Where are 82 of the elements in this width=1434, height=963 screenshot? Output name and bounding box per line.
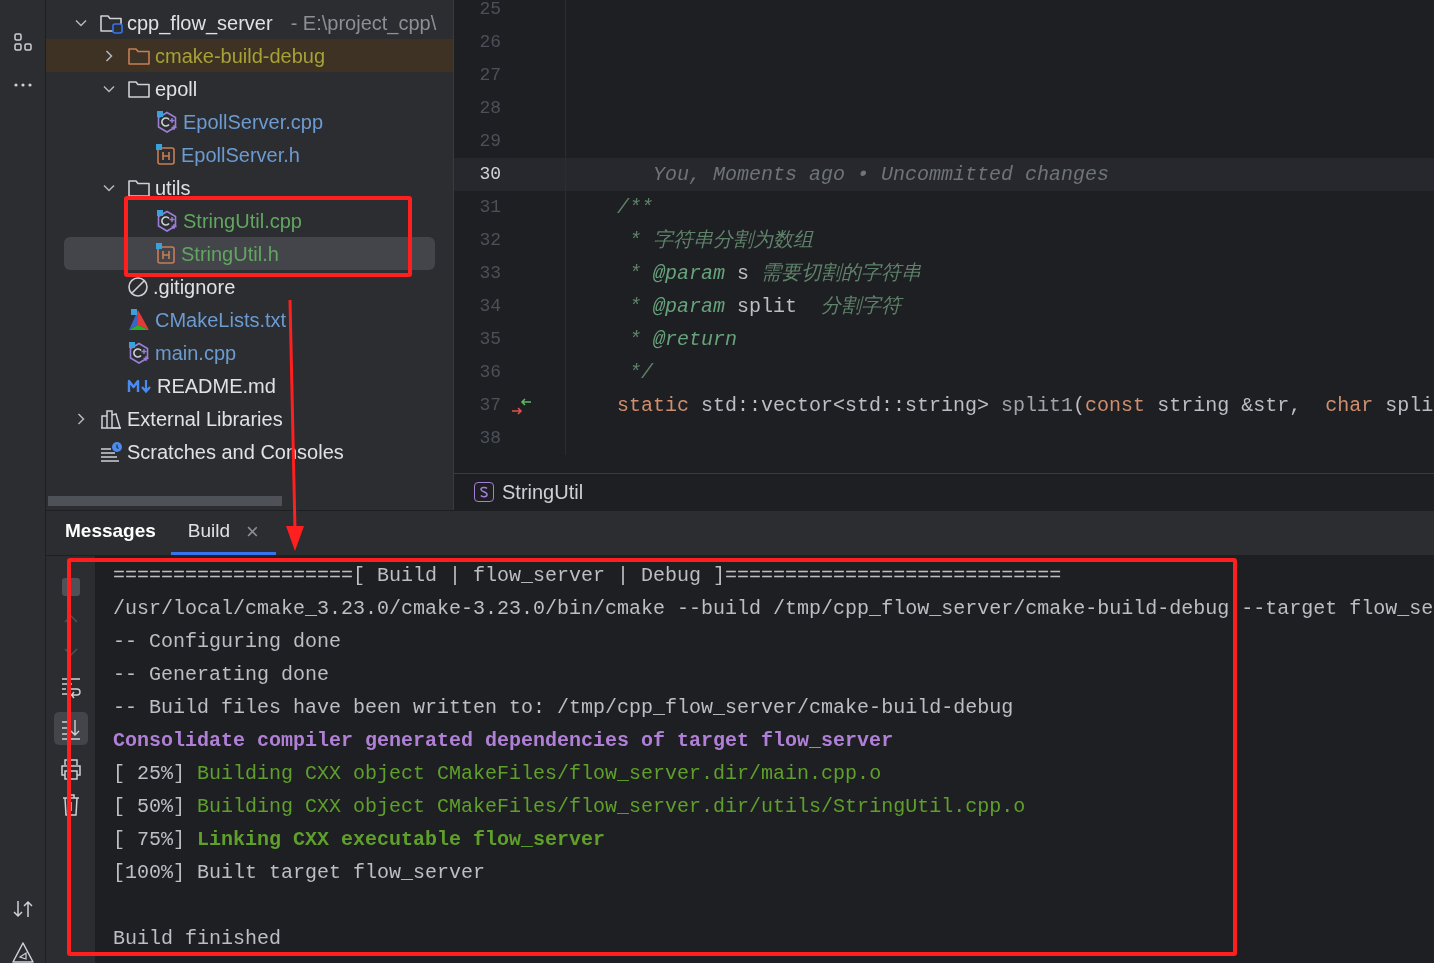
code-token: * bbox=[628, 260, 642, 287]
code-token: @param bbox=[653, 260, 726, 287]
code-token: /** bbox=[617, 194, 653, 221]
code-token: * bbox=[628, 326, 642, 353]
tree-row[interactable]: epoll bbox=[46, 72, 453, 105]
code-token: spli bbox=[1384, 392, 1434, 419]
output-text: Building CXX object CMakeFiles/flow_server.dir/main.cpp.o bbox=[197, 760, 882, 787]
file-name: External Libraries bbox=[127, 408, 283, 429]
tree-row[interactable]: utils bbox=[46, 171, 453, 204]
code-token: * 字符串分割为数组 bbox=[628, 227, 813, 254]
file-name: cpp_flow_server bbox=[127, 12, 273, 33]
output-text: Build finished bbox=[113, 925, 282, 952]
code-token: std::vector<std::string> bbox=[700, 392, 991, 419]
code-token: 分割字符 bbox=[821, 293, 902, 320]
file-name: .gitignore bbox=[153, 276, 236, 297]
code-token: ( bbox=[1073, 392, 1086, 419]
warning-icon[interactable] bbox=[10, 941, 35, 963]
panel-tab[interactable]: Messages bbox=[56, 511, 165, 555]
output-text: [ 50%] bbox=[113, 793, 186, 820]
project-path: - E:\project_cpp\ bbox=[290, 12, 437, 33]
code-token: You, Moments ago • Uncommitted changes bbox=[652, 161, 1110, 188]
tree-row[interactable]: CMakeLists.txt bbox=[46, 303, 453, 336]
output-text: -- Configuring done bbox=[113, 628, 342, 655]
output-text: -- Generating done bbox=[113, 661, 330, 688]
tree-row[interactable]: cpp_flow_server - E:\project_cpp\ bbox=[46, 6, 453, 39]
file-name: utils bbox=[155, 177, 191, 198]
ignore-file-icon bbox=[127, 275, 149, 298]
more-icon[interactable] bbox=[12, 82, 33, 88]
code-token: string &str, bbox=[1156, 392, 1303, 419]
file-name: StringUtil.cpp bbox=[183, 210, 302, 231]
sort-arrows-icon[interactable] bbox=[11, 899, 34, 919]
output-text: [100%] Built target flow_server bbox=[113, 859, 486, 886]
output-text: /usr/local/cmake_3.23.0/cmake-3.23.0/bin/cmake --build /tmp/cpp_flow_server/cmake-build-debug --target flow_se bbox=[113, 595, 1434, 622]
output-text: Linking CXX executable flow_server bbox=[197, 826, 606, 853]
structure-icon[interactable] bbox=[12, 32, 33, 52]
line-number: 30 bbox=[478, 163, 501, 186]
header-file-icon bbox=[155, 142, 177, 167]
file-name: main.cpp bbox=[155, 342, 237, 363]
code-token: * bbox=[628, 293, 642, 320]
struct-icon bbox=[474, 482, 494, 502]
code-token: split bbox=[736, 293, 799, 320]
file-name: EpollServer.cpp bbox=[183, 111, 324, 132]
triangle-logo-icon bbox=[127, 307, 151, 332]
code-token: */ bbox=[628, 359, 653, 386]
file-name: README.md bbox=[157, 375, 276, 396]
file-name: epoll bbox=[155, 78, 198, 99]
print-icon[interactable] bbox=[58, 758, 83, 780]
code-token: @param bbox=[653, 293, 726, 320]
code-token: 需要切割的字符串 bbox=[761, 260, 922, 287]
output-text: [ 25%] bbox=[113, 760, 186, 787]
tree-row[interactable]: EpollServer.h bbox=[46, 138, 453, 171]
tree-row[interactable]: main.cpp bbox=[46, 336, 453, 369]
output-text: [ 75%] bbox=[113, 826, 186, 853]
code-token: split1 bbox=[1001, 392, 1074, 419]
tree-row[interactable]: StringUtil.cpp bbox=[46, 204, 453, 237]
file-name: StringUtil.h bbox=[181, 243, 279, 264]
output-text: -- Build files have been written to: /tmp/cpp_flow_server/cmake-build-debug bbox=[113, 694, 1014, 721]
code-token: const bbox=[1085, 392, 1146, 419]
file-name: EpollServer.h bbox=[181, 144, 300, 165]
scrollbar[interactable] bbox=[48, 496, 282, 506]
tree-row[interactable]: README.md bbox=[46, 369, 453, 402]
cpp-file-icon bbox=[155, 109, 179, 134]
cpp-file-icon bbox=[127, 340, 151, 365]
output-text: Building CXX object CMakeFiles/flow_server.dir/utils/StringUtil.cpp.o bbox=[197, 793, 1026, 820]
tree-row[interactable]: EpollServer.cpp bbox=[46, 105, 453, 138]
scratches-icon bbox=[99, 440, 123, 463]
code-token: @return bbox=[653, 326, 738, 353]
header-file-icon bbox=[155, 241, 177, 266]
output-text: ====================[ Build | flow_server | Debug ]============================ bbox=[113, 562, 1062, 589]
cpp-file-icon bbox=[155, 208, 179, 233]
library-icon bbox=[99, 407, 123, 430]
code-token: static bbox=[617, 392, 689, 419]
file-name: cmake-build-debug bbox=[155, 45, 326, 66]
close-icon[interactable]: × bbox=[246, 520, 259, 543]
file-name: CMakeLists.txt bbox=[155, 309, 287, 330]
tree-row[interactable]: .gitignore bbox=[46, 270, 453, 303]
output-text: Consolidate compiler generated dependencies of target flow_server bbox=[113, 727, 894, 754]
tree-row[interactable]: External Libraries bbox=[46, 402, 453, 435]
tree-row[interactable]: cmake-build-debug bbox=[46, 39, 453, 72]
breadcrumb-item[interactable]: StringUtil bbox=[502, 477, 584, 507]
code-token: s bbox=[736, 260, 751, 287]
code-token: char bbox=[1325, 392, 1374, 419]
